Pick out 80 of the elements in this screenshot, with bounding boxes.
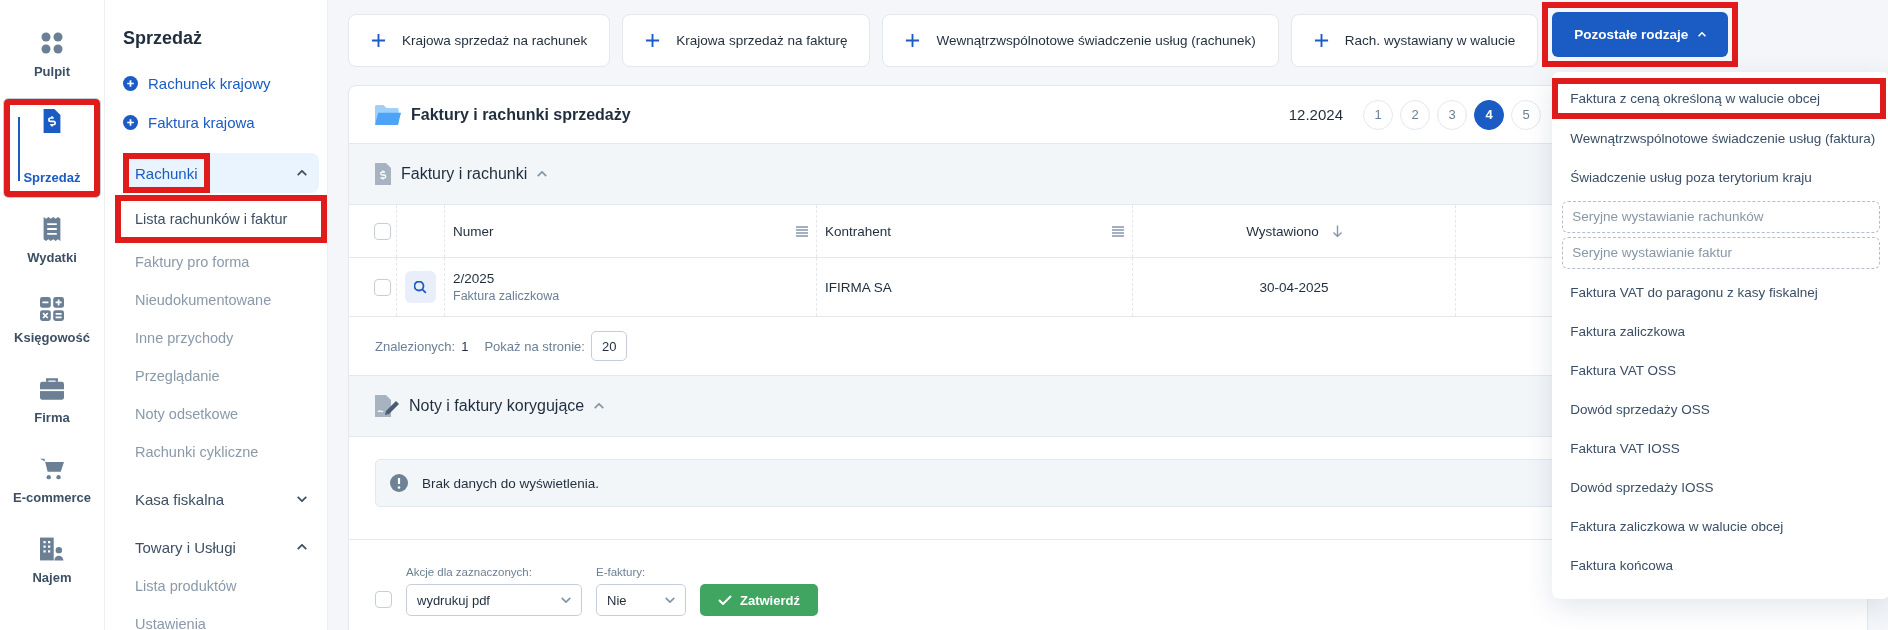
found-label: Znalezionych:: [375, 338, 456, 354]
chevron-icon: [297, 544, 307, 550]
sidebar-title: Sprzedaż: [123, 28, 204, 49]
plus-icon: [905, 33, 921, 48]
sidebar-item[interactable]: Lista rachunków i faktur: [115, 195, 327, 243]
period-label: 12.2024: [1288, 106, 1343, 123]
chevron-icon: [297, 496, 307, 502]
column-menu-icon[interactable]: [1112, 225, 1124, 237]
building-person-icon: [40, 537, 64, 561]
add-document-link[interactable]: Faktura krajowa: [123, 114, 319, 131]
page-button[interactable]: 1: [1363, 99, 1393, 130]
found-count: 1: [461, 338, 469, 354]
four-dots-icon: [40, 31, 64, 55]
column-header[interactable]: Kontrahent: [825, 223, 892, 239]
column-header[interactable]: Numer: [453, 223, 494, 239]
chevron-icon: [561, 597, 571, 603]
new-document-button[interactable]: Wewnątrzwspólnotowe świadczenie usług (rachunek): [882, 14, 1279, 67]
rail-nav-item[interactable]: Firma: [3, 364, 101, 438]
plus-circle-icon: [123, 76, 138, 91]
page-button[interactable]: 3: [1437, 99, 1467, 130]
e-invoice-dropdown[interactable]: Nie: [596, 584, 686, 616]
exclamation-circle-icon: [390, 474, 408, 492]
folder-icon: [375, 104, 401, 125]
select-all-checkbox[interactable]: [375, 591, 392, 608]
rail-nav-item[interactable]: E-commerce: [3, 444, 101, 518]
column-menu-icon[interactable]: [796, 225, 808, 237]
per-page-label: Pokaż na stronie:: [484, 338, 585, 354]
document-type: Faktura zaliczkowa: [453, 289, 560, 303]
column-header[interactable]: Wystawiono: [1246, 223, 1319, 239]
field-label: E-faktury:: [596, 566, 647, 578]
plus-circle-icon: [123, 115, 138, 130]
search-button[interactable]: [405, 271, 436, 303]
chevron-icon: [537, 171, 548, 177]
chevron-icon: [297, 170, 307, 176]
checkmark-icon: [718, 595, 732, 605]
actions-dropdown[interactable]: wydrukuj pdf: [406, 584, 582, 616]
dropdown-item[interactable]: Faktura zaliczkowa w walucie obcej: [1552, 507, 1888, 546]
rail-nav-item[interactable]: Najem: [3, 524, 101, 598]
plus-icon: [1313, 33, 1329, 48]
chevron-icon: [594, 403, 605, 409]
new-document-button[interactable]: Rach. wystawiany w walucie: [1290, 14, 1539, 67]
rail-nav-item[interactable]: Pulpit: [3, 18, 101, 92]
dropdown-item[interactable]: Faktura VAT do paragonu z kasy fiskalnej: [1552, 273, 1888, 312]
page-button[interactable]: 4: [1474, 99, 1504, 130]
chevron-icon: [1698, 32, 1707, 37]
dropdown-item[interactable]: Dowód sprzedaży IOSS: [1552, 468, 1888, 507]
rail-nav-item[interactable]: Sprzedaż: [3, 98, 101, 198]
shopping-cart-icon: [40, 457, 64, 481]
document-pen-icon: [375, 395, 399, 417]
plus-icon: [645, 33, 661, 48]
sidebar-group[interactable]: Towary i Usługi: [123, 527, 319, 567]
rail-nav-item[interactable]: Księgowość: [3, 284, 101, 358]
document-number: 2/2025: [453, 271, 495, 286]
table-cell: 30-04-2025: [1259, 279, 1329, 295]
dropdown-item[interactable]: Faktura końcowa: [1552, 546, 1888, 585]
chevron-icon: [665, 597, 675, 603]
plus-icon: [371, 33, 386, 48]
down-arrow-icon[interactable]: [1332, 225, 1342, 237]
calculator-icon: [40, 297, 64, 321]
row-checkbox[interactable]: [374, 278, 391, 296]
rail-nav-item[interactable]: Wydatki: [3, 204, 101, 278]
page-button[interactable]: 5: [1511, 99, 1541, 130]
search-icon: [414, 280, 427, 294]
briefcase-icon: [40, 377, 64, 401]
sidebar-group[interactable]: Kasa fiskalna: [123, 479, 319, 519]
more-types-button[interactable]: Pozostałe rodzaje: [1552, 12, 1729, 57]
field-label: Akcje dla zaznaczonych:: [406, 566, 533, 578]
new-document-button[interactable]: Krajowa sprzedaż na fakturę: [622, 14, 871, 67]
empty-message: Brak danych do wyświetlenia.: [422, 475, 600, 491]
table-cell: IFIRMA SA: [825, 279, 892, 295]
sidebar-group[interactable]: Rachunki: [123, 153, 319, 193]
per-page-field[interactable]: 20: [590, 331, 628, 361]
add-document-link[interactable]: Rachunek krajowy: [123, 75, 319, 92]
select-all-checkbox[interactable]: [374, 222, 391, 240]
dropdown-item[interactable]: Faktura z ceną określoną w walucie obcej: [1552, 78, 1887, 119]
card-title: Faktury i rachunki sprzedaży: [411, 105, 631, 124]
dollar-document-icon: [375, 163, 391, 185]
new-document-button[interactable]: Krajowa sprzedaż na rachunek: [348, 14, 611, 67]
dropdown-item[interactable]: Faktura zaliczkowa: [1552, 312, 1888, 351]
page-button[interactable]: 2: [1400, 99, 1430, 130]
